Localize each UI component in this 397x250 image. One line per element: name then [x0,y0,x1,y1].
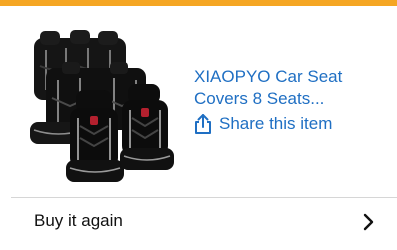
product-card: XIAOPYO Car Seat Covers 8 Seats... Share… [0,6,397,196]
product-title[interactable]: XIAOPYO Car Seat Covers 8 Seats... [194,66,390,110]
product-image[interactable] [18,26,188,186]
share-icon [195,114,211,134]
share-item-label: Share this item [219,114,333,133]
share-item-button[interactable]: Share this item [193,111,332,137]
chevron-right-icon [363,213,374,231]
buy-again-label: Buy it again [34,211,123,230]
buy-again-button[interactable]: Buy it again [0,198,397,250]
